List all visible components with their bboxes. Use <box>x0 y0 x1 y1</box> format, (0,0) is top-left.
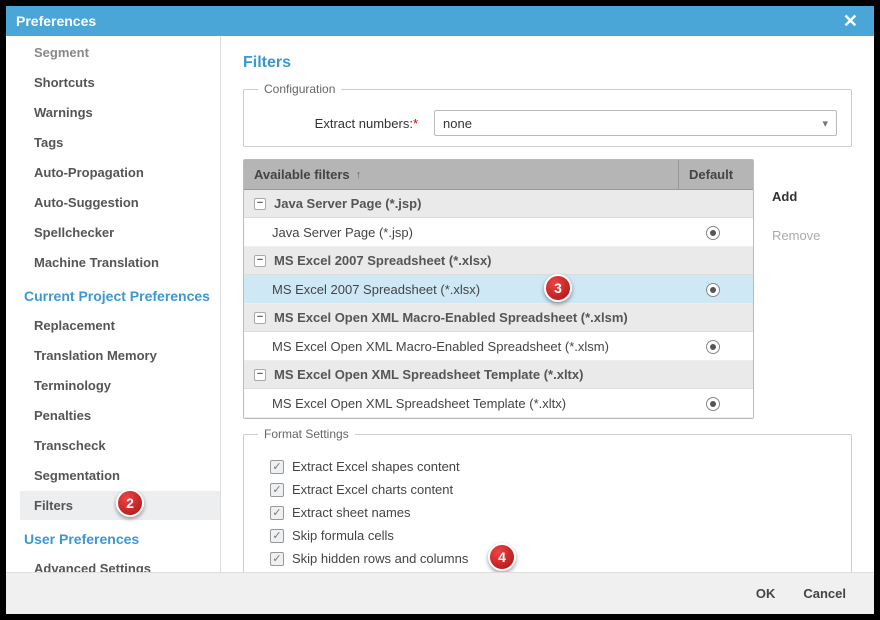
sidebar-heading-project: Current Project Preferences <box>20 278 220 310</box>
filter-row-label: MS Excel 2007 Spreadsheet (*.xlsx)3 <box>254 282 683 297</box>
column-label: Available filters <box>254 167 350 182</box>
extract-numbers-label: Extract numbers:* <box>258 116 418 131</box>
remove-button: Remove <box>772 228 852 243</box>
close-icon[interactable]: ✕ <box>837 11 864 32</box>
filter-group-header[interactable]: −MS Excel Open XML Macro-Enabled Spreads… <box>244 304 753 332</box>
filter-group-label: Java Server Page (*.jsp) <box>274 196 421 211</box>
column-default[interactable]: Default <box>678 160 753 189</box>
default-radio-cell <box>683 281 743 297</box>
filter-row-label: Java Server Page (*.jsp) <box>254 225 683 240</box>
collapse-icon[interactable]: − <box>254 369 266 381</box>
cancel-button[interactable]: Cancel <box>803 586 846 601</box>
format-option-label: Extract sheet names <box>292 505 411 520</box>
default-radio[interactable] <box>706 340 720 354</box>
filter-row[interactable]: Java Server Page (*.jsp) <box>244 218 753 247</box>
format-option-label: Skip formula cells <box>292 528 394 543</box>
sidebar-item-penalties[interactable]: Penalties <box>20 401 220 430</box>
extract-numbers-dropdown[interactable]: none ▾ <box>434 110 837 136</box>
sidebar-heading-user: User Preferences <box>20 521 220 553</box>
dialog-body: Segment Shortcuts Warnings Tags Auto-Pro… <box>6 36 874 572</box>
sidebar-item-shortcuts[interactable]: Shortcuts <box>20 68 220 97</box>
sidebar: Segment Shortcuts Warnings Tags Auto-Pro… <box>6 36 221 572</box>
checkbox[interactable] <box>270 483 284 497</box>
extract-numbers-row: Extract numbers:* none ▾ <box>258 110 837 136</box>
sidebar-item-machine-translation[interactable]: Machine Translation <box>20 248 220 277</box>
format-option-row: Skip hidden rows and columns4 <box>258 547 837 570</box>
default-radio[interactable] <box>706 397 720 411</box>
format-option-label: Extract Excel shapes content <box>292 459 460 474</box>
window-title: Preferences <box>16 13 96 29</box>
configuration-fieldset: Configuration Extract numbers:* none ▾ <box>243 82 852 147</box>
format-option-row: Extract Excel shapes content <box>258 455 837 478</box>
titlebar: Preferences ✕ <box>6 6 874 36</box>
sidebar-item-auto-propagation[interactable]: Auto-Propagation <box>20 158 220 187</box>
filter-group-header[interactable]: −MS Excel 2007 Spreadsheet (*.xlsx) <box>244 247 753 275</box>
format-option-label: Extract Excel charts content <box>292 482 453 497</box>
filter-row[interactable]: MS Excel Open XML Spreadsheet Template (… <box>244 389 753 418</box>
dropdown-value: none <box>443 116 472 131</box>
format-option-row: Extract Excel charts content <box>258 478 837 501</box>
sidebar-item-advanced-settings[interactable]: Advanced Settings <box>20 554 220 572</box>
filter-group-header[interactable]: −MS Excel Open XML Spreadsheet Template … <box>244 361 753 389</box>
table-header: Available filters ↑ Default <box>244 160 753 190</box>
format-settings-legend: Format Settings <box>258 427 355 441</box>
format-option-label: Skip hidden rows and columns <box>292 551 468 566</box>
annotation-marker-4: 4 <box>488 543 516 571</box>
checkbox[interactable] <box>270 529 284 543</box>
checkbox[interactable] <box>270 460 284 474</box>
default-radio-cell <box>683 395 743 411</box>
annotation-marker-3: 3 <box>544 274 572 302</box>
format-option-row: Skip formula cells <box>258 524 837 547</box>
default-radio-cell <box>683 338 743 354</box>
configuration-legend: Configuration <box>258 82 341 96</box>
page-title: Filters <box>243 54 852 72</box>
table-body[interactable]: −Java Server Page (*.jsp)Java Server Pag… <box>244 190 753 418</box>
filter-group-label: MS Excel 2007 Spreadsheet (*.xlsx) <box>274 253 492 268</box>
sidebar-item-auto-suggestion[interactable]: Auto-Suggestion <box>20 188 220 217</box>
sidebar-item-segment[interactable]: Segment <box>20 38 220 67</box>
sidebar-item-tags[interactable]: Tags <box>20 128 220 157</box>
sidebar-item-filters[interactable]: Filters 2 <box>20 491 220 520</box>
filter-group-header[interactable]: −Java Server Page (*.jsp) <box>244 190 753 218</box>
main-panel: Filters Configuration Extract numbers:* … <box>221 36 874 572</box>
filter-actions: Add Remove <box>772 159 852 419</box>
dialog-footer: OK Cancel <box>6 572 874 614</box>
sidebar-item-replacement[interactable]: Replacement <box>20 311 220 340</box>
default-radio[interactable] <box>706 226 720 240</box>
sidebar-item-warnings[interactable]: Warnings <box>20 98 220 127</box>
column-available-filters[interactable]: Available filters ↑ <box>244 160 678 189</box>
default-radio-cell <box>683 224 743 240</box>
annotation-marker-2: 2 <box>116 489 144 517</box>
collapse-icon[interactable]: − <box>254 255 266 267</box>
chevron-down-icon: ▾ <box>822 117 828 130</box>
sort-ascending-icon: ↑ <box>356 169 362 181</box>
checkbox[interactable] <box>270 506 284 520</box>
format-settings-fieldset: Format Settings Extract Excel shapes con… <box>243 427 852 572</box>
add-button[interactable]: Add <box>772 189 852 204</box>
sidebar-item-translation-memory[interactable]: Translation Memory <box>20 341 220 370</box>
filters-area: Available filters ↑ Default −Java Server… <box>243 159 852 419</box>
sidebar-item-spellchecker[interactable]: Spellchecker <box>20 218 220 247</box>
preferences-window: Preferences ✕ Segment Shortcuts Warnings… <box>6 6 874 614</box>
collapse-icon[interactable]: − <box>254 198 266 210</box>
filter-group-label: MS Excel Open XML Spreadsheet Template (… <box>274 367 583 382</box>
filter-row-label: MS Excel Open XML Spreadsheet Template (… <box>254 396 683 411</box>
default-radio[interactable] <box>706 283 720 297</box>
available-filters-table: Available filters ↑ Default −Java Server… <box>243 159 754 419</box>
collapse-icon[interactable]: − <box>254 312 266 324</box>
sidebar-item-terminology[interactable]: Terminology <box>20 371 220 400</box>
sidebar-item-transcheck[interactable]: Transcheck <box>20 431 220 460</box>
checkbox[interactable] <box>270 552 284 566</box>
filter-row-label: MS Excel Open XML Macro-Enabled Spreadsh… <box>254 339 683 354</box>
format-option-row: Extract sheet names <box>258 501 837 524</box>
filter-row[interactable]: MS Excel Open XML Macro-Enabled Spreadsh… <box>244 332 753 361</box>
sidebar-item-label: Filters <box>34 498 73 513</box>
sidebar-item-segmentation[interactable]: Segmentation <box>20 461 220 490</box>
filter-group-label: MS Excel Open XML Macro-Enabled Spreadsh… <box>274 310 628 325</box>
ok-button[interactable]: OK <box>756 586 776 601</box>
filter-row[interactable]: MS Excel 2007 Spreadsheet (*.xlsx)3 <box>244 275 753 304</box>
